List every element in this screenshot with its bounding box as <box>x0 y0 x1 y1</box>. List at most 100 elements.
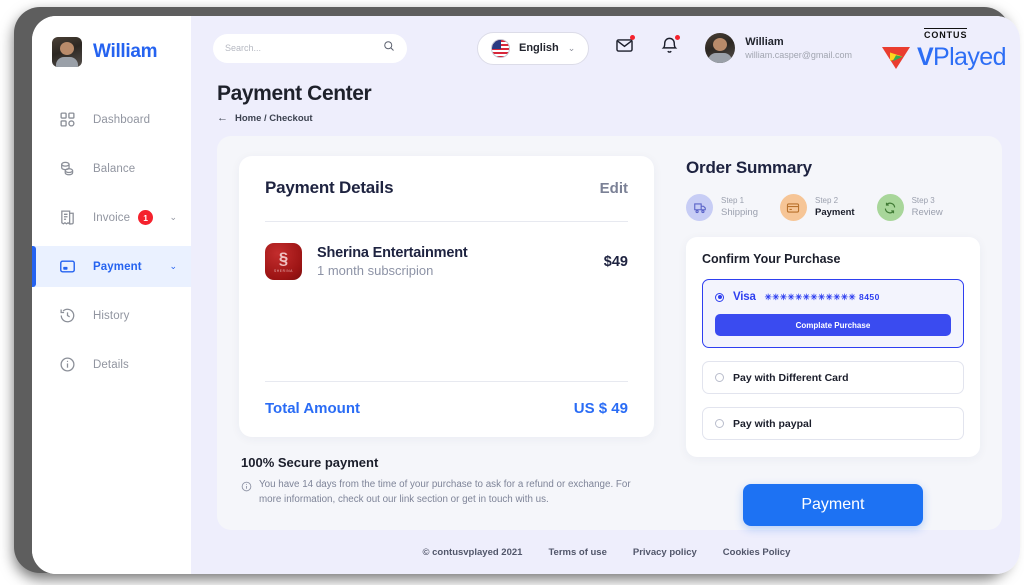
step-payment[interactable]: Step 2 Payment <box>779 194 855 221</box>
notification-dot <box>630 35 636 40</box>
avatar <box>52 37 82 67</box>
order-summary-title: Order Summary <box>686 158 812 177</box>
payment-option-different-card[interactable]: Pay with Different Card <box>702 361 964 394</box>
radio-visa[interactable] <box>715 292 724 302</box>
usa-flag-icon <box>491 38 510 58</box>
language-label: English <box>519 42 559 54</box>
confirm-purchase-title: Confirm Your Purchase <box>702 252 841 266</box>
topbar: English ⌄ <box>191 16 1020 80</box>
logo-wordmark: VPlayed <box>916 43 1007 71</box>
payment-option-paypal[interactable]: Pay with paypal <box>702 407 964 440</box>
history-clock-icon <box>58 306 77 325</box>
vplayed-mark-icon <box>880 44 912 71</box>
step-review[interactable]: Step 3 Review <box>876 194 943 221</box>
secure-payment-note: 100% Secure payment You have 14 days fro… <box>239 455 654 507</box>
complete-purchase-button[interactable]: Complate Purchase <box>715 314 951 336</box>
search-input[interactable] <box>225 43 383 53</box>
step-number: Step 1 <box>721 195 745 205</box>
notifications-button[interactable] <box>660 35 681 60</box>
order-summary-column: Order Summary Step 1 Shipping Step 2 Pay… <box>686 156 980 530</box>
divider <box>265 221 628 222</box>
chevron-down-icon[interactable]: ⌄ <box>169 212 177 223</box>
step-name: Payment <box>814 207 855 219</box>
content-panel: Payment Details Edit § SHERINA Sherina E… <box>217 136 1002 530</box>
mail-button[interactable] <box>615 35 636 60</box>
page-title: Payment Center <box>217 82 372 105</box>
payment-button[interactable]: Payment <box>742 484 923 526</box>
option-label: Pay with paypal <box>733 417 812 430</box>
total-value: US $ 49 <box>573 400 628 417</box>
sidebar-brand: William <box>32 16 191 67</box>
step-name: Review <box>911 207 943 219</box>
footer: © contusvplayed 2021 Terms of use Privac… <box>191 530 1020 574</box>
total-label: Total Amount <box>265 400 360 417</box>
refresh-icon <box>876 194 904 221</box>
chevron-down-icon[interactable]: ⌄ <box>568 43 576 54</box>
logo-v: V <box>916 43 934 71</box>
sidebar-nav: Dashboard Balance Invoice 1 ⌄ Payment ⌄ … <box>32 99 191 385</box>
credit-card-icon <box>779 194 807 221</box>
sidebar-item-details[interactable]: Details <box>32 344 191 385</box>
step-shipping[interactable]: Step 1 Shipping <box>686 194 758 221</box>
sherina-logo-icon: § SHERINA <box>265 243 302 280</box>
payment-details-header: Payment Details Edit <box>265 178 628 198</box>
bell-icon <box>660 37 679 59</box>
card-window-icon <box>58 257 77 276</box>
device-frame: William Dashboard Balance Invoice 1 ⌄ Pa… <box>14 7 1020 574</box>
item-price: $49 <box>603 253 628 270</box>
user-name: William <box>745 35 784 48</box>
sidebar-item-label: Payment <box>93 260 142 273</box>
step-number: Step 3 <box>911 195 935 205</box>
coins-icon <box>58 159 77 178</box>
secure-text: You have 14 days from the time of your p… <box>259 479 631 506</box>
chevron-down-icon[interactable]: ⌄ <box>169 261 177 272</box>
grid-icon <box>58 110 77 129</box>
search-icon[interactable] <box>383 39 395 57</box>
sidebar-item-history[interactable]: History <box>32 295 191 336</box>
footer-link-terms[interactable]: Terms of use <box>548 547 606 558</box>
invoice-icon <box>58 208 77 227</box>
confirm-purchase-card: Confirm Your Purchase Visa ✳✳✳✳✳✳✳✳✳✳✳✳ … <box>686 237 980 457</box>
total-row: Total Amount US $ 49 <box>265 400 628 417</box>
sidebar-item-label: History <box>93 309 130 322</box>
footer-copyright: © contusvplayed 2021 <box>422 546 523 558</box>
logo-played: Played <box>933 43 1006 71</box>
step-number: Step 2 <box>814 195 839 205</box>
avatar <box>705 33 736 63</box>
secure-title: 100% Secure payment <box>241 455 379 470</box>
brand-name: William <box>93 41 158 62</box>
info-circle-icon <box>58 355 77 374</box>
vplayed-logo: CONTUS VPlayed <box>880 25 1006 71</box>
sidebar-item-dashboard[interactable]: Dashboard <box>32 99 191 140</box>
sidebar-item-invoice[interactable]: Invoice 1 ⌄ <box>32 197 191 238</box>
item-subtitle: 1 month subscripion <box>317 263 434 278</box>
footer-link-cookies[interactable]: Cookies Policy <box>723 547 791 558</box>
sherina-caption: SHERINA <box>273 269 294 273</box>
option-label: Pay with Different Card <box>733 371 849 384</box>
sidebar-item-payment[interactable]: Payment ⌄ <box>32 246 191 287</box>
language-selector[interactable]: English ⌄ <box>477 31 590 65</box>
user-menu[interactable]: William william.casper@gmail.com <box>705 33 852 63</box>
status-badge: 1 <box>138 210 154 225</box>
radio-different-card[interactable] <box>715 373 724 382</box>
breadcrumb[interactable]: ← Home / Checkout <box>217 112 1020 124</box>
back-arrow-icon[interactable]: ← <box>217 112 228 124</box>
sidebar-item-label: Invoice <box>93 211 131 224</box>
payment-details-card: Payment Details Edit § SHERINA Sherina E… <box>239 156 654 437</box>
checkout-steps: Step 1 Shipping Step 2 Payment Step 3 Re… <box>686 194 980 221</box>
sidebar-item-balance[interactable]: Balance <box>32 148 191 189</box>
edit-button[interactable]: Edit <box>600 180 628 197</box>
sidebar-item-label: Dashboard <box>93 113 151 126</box>
notification-dot <box>675 35 681 40</box>
list-item: § SHERINA Sherina Entertainment 1 month … <box>265 243 628 280</box>
payment-details-title: Payment Details <box>265 178 394 197</box>
radio-paypal[interactable] <box>715 419 724 428</box>
search-bar[interactable] <box>213 33 407 63</box>
payment-details-column: Payment Details Edit § SHERINA Sherina E… <box>239 156 654 530</box>
footer-link-privacy[interactable]: Privacy policy <box>633 547 697 558</box>
visa-label: Visa <box>733 291 756 303</box>
payment-option-visa[interactable]: Visa ✳✳✳✳✳✳✳✳✳✳✳✳ 8450 Complate Purchase <box>702 279 964 348</box>
logo-contus-text: CONTUS <box>923 28 968 40</box>
divider <box>265 381 628 382</box>
sidebar-item-label: Details <box>93 358 129 371</box>
